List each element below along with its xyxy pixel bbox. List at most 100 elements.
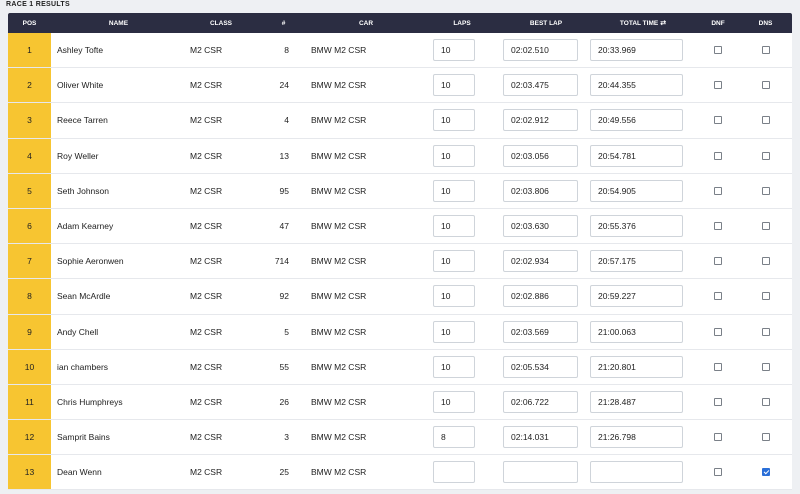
dns-checkbox[interactable] <box>761 222 770 231</box>
position-cell: 12 <box>8 420 51 455</box>
class-cell: M2 CSR <box>190 150 223 161</box>
col-header-name: NAME <box>108 19 129 27</box>
car-model: BMW M2 CSR <box>311 361 367 372</box>
dnf-checkbox[interactable] <box>714 468 722 477</box>
car-model: BMW M2 CSR <box>311 326 367 337</box>
col-header-class: CLASS <box>209 19 233 27</box>
best-lap-input[interactable]: 02:05.534 <box>503 355 578 378</box>
dns-checkbox[interactable] <box>761 468 770 477</box>
best-lap-input[interactable]: 02:03.806 <box>503 179 578 202</box>
driver-name: Chris Humphreys <box>57 396 123 407</box>
dnf-checkbox[interactable] <box>714 151 722 160</box>
car-number: 95 <box>279 185 289 196</box>
table-row: 2 Oliver White M2 CSR 24 BMW M2 CSR 10 02:03.4… <box>8 68 792 104</box>
total-time-input[interactable]: 20:59.227 <box>590 285 683 308</box>
laps-input[interactable]: 10 <box>433 250 475 273</box>
position-cell: 7 <box>8 244 51 279</box>
laps-input[interactable]: 10 <box>433 355 475 378</box>
best-lap-input[interactable]: 02:03.569 <box>503 320 578 343</box>
col-header-number: # <box>281 19 286 27</box>
car-model: BMW M2 CSR <box>311 150 367 161</box>
dnf-checkbox[interactable] <box>714 397 722 406</box>
laps-input[interactable]: 10 <box>433 285 475 308</box>
dns-checkbox[interactable] <box>761 327 770 336</box>
car-model: BMW M2 CSR <box>311 221 367 232</box>
total-time-input[interactable]: 20:57.175 <box>590 250 683 273</box>
laps-input[interactable]: 10 <box>433 144 475 167</box>
dns-checkbox[interactable] <box>761 46 770 55</box>
car-model: BMW M2 CSR <box>311 291 367 302</box>
col-header-total-time-label: TOTAL TIME <box>619 20 659 27</box>
sort-icon[interactable]: ⇄ <box>660 20 666 27</box>
table-row: 13 Dean Wenn M2 CSR 25 BMW M2 CSR <box>8 455 792 491</box>
driver-name: Oliver White <box>57 80 104 91</box>
best-lap-input[interactable] <box>503 461 578 484</box>
table-row: 9 Andy Chell M2 CSR 5 BMW M2 CSR 10 02:03.569 2… <box>8 314 792 350</box>
laps-input[interactable]: 8 <box>433 426 475 449</box>
laps-input[interactable]: 10 <box>433 390 475 413</box>
total-time-input[interactable]: 20:33.969 <box>590 39 683 62</box>
dns-checkbox[interactable] <box>761 257 770 266</box>
total-time-input[interactable]: 21:26.798 <box>590 426 683 449</box>
total-time-input[interactable]: 20:55.376 <box>590 215 683 238</box>
car-number: 24 <box>279 80 289 91</box>
dns-checkbox[interactable] <box>761 433 770 442</box>
best-lap-input[interactable]: 02:02.886 <box>503 285 578 308</box>
car-model: BMW M2 CSR <box>311 396 367 407</box>
laps-input[interactable]: 10 <box>433 39 475 62</box>
laps-input[interactable]: 10 <box>433 74 475 97</box>
class-cell: M2 CSR <box>190 467 223 478</box>
col-header-total-time[interactable]: TOTAL TIME ⇄ <box>589 19 697 27</box>
dns-checkbox[interactable] <box>761 397 770 406</box>
dns-checkbox[interactable] <box>761 151 770 160</box>
total-time-input[interactable]: 20:44.355 <box>590 74 683 97</box>
car-model: BMW M2 CSR <box>311 80 367 91</box>
best-lap-input[interactable]: 02:02.510 <box>503 39 578 62</box>
laps-input[interactable]: 10 <box>433 109 475 132</box>
total-time-input[interactable]: 21:28.487 <box>590 390 683 413</box>
dns-checkbox[interactable] <box>761 186 770 195</box>
car-number: 4 <box>284 115 289 126</box>
car-number: 26 <box>279 396 289 407</box>
dnf-checkbox[interactable] <box>714 222 722 231</box>
total-time-input[interactable]: 20:54.781 <box>590 144 683 167</box>
best-lap-input[interactable]: 02:03.056 <box>503 144 578 167</box>
dnf-checkbox[interactable] <box>714 116 722 125</box>
best-lap-input[interactable]: 02:14.031 <box>503 426 578 449</box>
page-title: RACE 1 RESULTS <box>6 1 70 8</box>
class-cell: M2 CSR <box>190 115 223 126</box>
best-lap-input[interactable]: 02:02.934 <box>503 250 578 273</box>
laps-input[interactable]: 10 <box>433 320 475 343</box>
dnf-checkbox[interactable] <box>714 292 722 301</box>
total-time-input[interactable]: 20:54.905 <box>590 179 683 202</box>
laps-input[interactable]: 10 <box>433 179 475 202</box>
dnf-checkbox[interactable] <box>714 362 722 371</box>
car-model: BMW M2 CSR <box>311 467 367 478</box>
dnf-checkbox[interactable] <box>714 257 722 266</box>
dnf-checkbox[interactable] <box>714 81 722 90</box>
car-model: BMW M2 CSR <box>311 185 367 196</box>
driver-name: Ashley Tofte <box>57 45 104 56</box>
laps-input[interactable] <box>433 461 475 484</box>
dnf-checkbox[interactable] <box>714 327 722 336</box>
col-header-dnf: DNF <box>711 19 725 27</box>
total-time-input[interactable]: 21:20.801 <box>590 355 683 378</box>
total-time-input[interactable]: 21:00.063 <box>590 320 683 343</box>
dnf-checkbox[interactable] <box>714 186 722 195</box>
dnf-checkbox[interactable] <box>714 433 722 442</box>
dns-checkbox[interactable] <box>761 362 770 371</box>
total-time-input[interactable] <box>590 461 683 484</box>
dns-checkbox[interactable] <box>761 292 770 301</box>
class-cell: M2 CSR <box>190 185 223 196</box>
best-lap-input[interactable]: 02:03.630 <box>503 215 578 238</box>
dnf-checkbox[interactable] <box>714 46 722 55</box>
laps-input[interactable]: 10 <box>433 215 475 238</box>
best-lap-input[interactable]: 02:06.722 <box>503 390 578 413</box>
dns-checkbox[interactable] <box>761 81 770 90</box>
car-number: 25 <box>279 467 289 478</box>
dns-checkbox[interactable] <box>761 116 770 125</box>
total-time-input[interactable]: 20:49.556 <box>590 109 683 132</box>
best-lap-input[interactable]: 02:02.912 <box>503 109 578 132</box>
driver-name: Andy Chell <box>57 326 99 337</box>
best-lap-input[interactable]: 02:03.475 <box>503 74 578 97</box>
